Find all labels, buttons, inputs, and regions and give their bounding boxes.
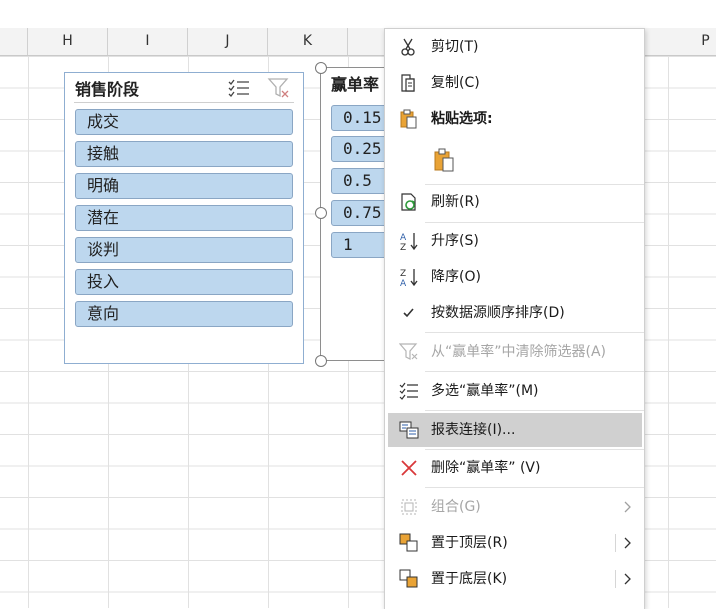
menu-item-copy[interactable]: 复制(C) — [385, 66, 644, 100]
corner-cell[interactable] — [0, 28, 28, 55]
paste-option-button[interactable] — [433, 148, 457, 172]
menu-divider — [425, 332, 644, 333]
multi-select-icon — [399, 381, 419, 401]
delete-x-icon — [399, 458, 419, 478]
menu-divider — [425, 449, 644, 450]
multi-select-icon[interactable] — [227, 77, 251, 99]
report-connections-icon — [399, 420, 419, 440]
slicer-item[interactable]: 意向 — [75, 301, 293, 327]
menu-divider — [425, 222, 644, 223]
checkmark-icon — [399, 303, 419, 323]
ribbon-bottom-edge — [0, 0, 716, 29]
chevron-right-icon — [622, 500, 634, 514]
submenu-split-divider — [615, 570, 616, 588]
slicer-item[interactable]: 投入 — [75, 269, 293, 295]
menu-item-group[interactable]: 组合(G) — [385, 490, 644, 524]
menu-divider — [425, 487, 644, 488]
menu-item-sort-source-order[interactable]: 按数据源顺序排序(D) — [385, 296, 644, 330]
context-menu: 剪切(T) 复制(C) 粘贴选项: 刷新(R) AZ 升序(S) ZA 降序(O… — [384, 28, 645, 609]
menu-item-multi-select[interactable]: 多选“赢单率”(M) — [385, 374, 644, 408]
slicer-title: 赢单率 — [331, 75, 380, 94]
slicer-title-divider — [74, 102, 294, 103]
slicer-item[interactable]: 明确 — [75, 173, 293, 199]
menu-item-cut[interactable]: 剪切(T) — [385, 30, 644, 64]
submenu-split-divider — [615, 534, 616, 552]
svg-text:Z: Z — [400, 243, 406, 251]
menu-divider — [425, 410, 644, 411]
menu-item-send-to-back[interactable]: 置于底层(K) — [385, 562, 644, 596]
clipboard-icon — [399, 109, 419, 129]
clear-filter-icon — [398, 342, 419, 362]
scissors-icon — [399, 37, 419, 57]
sort-ascending-icon: AZ — [399, 231, 419, 253]
menu-item-sort-ascending[interactable]: AZ 升序(S) — [385, 224, 644, 258]
column-header-p[interactable]: P — [666, 28, 716, 55]
slicer-item[interactable]: 潜在 — [75, 205, 293, 231]
menu-item-clear-filter[interactable]: 从“赢单率”中清除筛选器(A) — [385, 335, 644, 369]
column-header-j[interactable]: J — [188, 28, 268, 55]
menu-item-refresh[interactable]: 刷新(R) — [385, 185, 644, 219]
copy-icon — [399, 73, 419, 93]
menu-item-paste-options: 粘贴选项: — [385, 102, 644, 136]
menu-divider — [425, 371, 644, 372]
column-header-h[interactable]: H — [28, 28, 108, 55]
slicer-item[interactable]: 成交 — [75, 109, 293, 135]
svg-text:Z: Z — [400, 269, 406, 279]
group-icon — [399, 497, 419, 517]
slicer-item[interactable]: 接触 — [75, 141, 293, 167]
resize-handle-bottom-left[interactable] — [315, 355, 327, 367]
slicer-title: 销售阶段 — [75, 80, 140, 99]
refresh-icon — [399, 192, 419, 212]
paste-option-row — [385, 142, 644, 182]
resize-handle-left[interactable] — [315, 207, 327, 219]
svg-text:A: A — [400, 233, 407, 243]
column-header-i[interactable]: I — [108, 28, 188, 55]
chevron-right-icon[interactable] — [622, 572, 634, 586]
bring-to-front-icon — [399, 533, 419, 553]
menu-item-bring-to-front[interactable]: 置于顶层(R) — [385, 526, 644, 560]
menu-item-report-connections[interactable]: 报表连接(I)... — [388, 413, 642, 447]
chevron-right-icon[interactable] — [622, 536, 634, 550]
slicer-sales-stage[interactable]: 销售阶段 成交 接触 明确 潜在 谈判 投入 意向 — [64, 72, 304, 364]
slicer-item[interactable]: 谈判 — [75, 237, 293, 263]
column-header-k[interactable]: K — [268, 28, 348, 55]
sort-descending-icon: ZA — [399, 267, 419, 289]
clear-filter-icon[interactable] — [267, 77, 291, 99]
menu-item-sort-descending[interactable]: ZA 降序(O) — [385, 260, 644, 294]
send-to-back-icon — [399, 569, 419, 589]
menu-item-delete[interactable]: 删除“赢单率” (V) — [385, 451, 644, 485]
resize-handle-top-left[interactable] — [315, 62, 327, 74]
svg-text:A: A — [400, 279, 407, 287]
